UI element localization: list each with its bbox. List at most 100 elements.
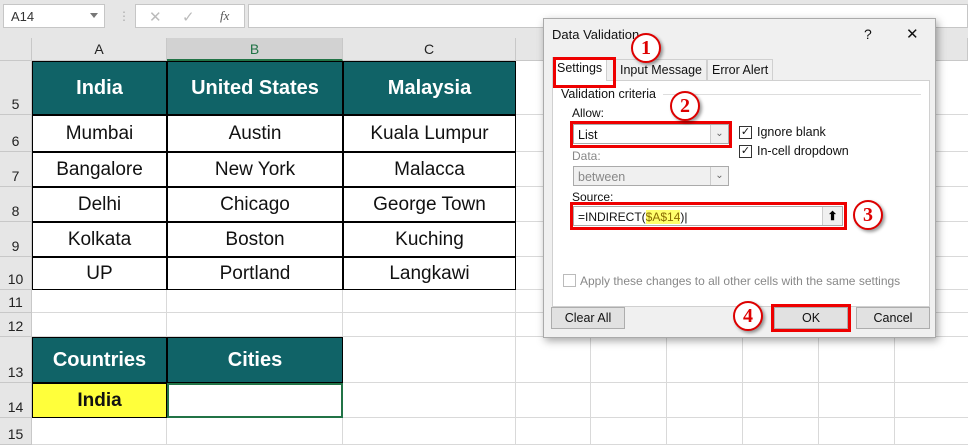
ignore-blank-checkbox[interactable]: ✓ bbox=[739, 126, 752, 139]
cell[interactable] bbox=[343, 418, 516, 445]
in-cell-dropdown-checkbox[interactable]: ✓ bbox=[739, 145, 752, 158]
cell[interactable] bbox=[343, 313, 516, 337]
table-cell[interactable]: Malacca bbox=[343, 152, 516, 187]
cell[interactable] bbox=[819, 383, 895, 418]
help-button[interactable]: ? bbox=[864, 26, 872, 42]
step-4-marker: 4 bbox=[733, 301, 763, 331]
cell[interactable] bbox=[516, 337, 591, 383]
chevron-down-icon[interactable] bbox=[90, 13, 98, 18]
table-header[interactable]: India bbox=[32, 61, 167, 115]
row-header[interactable]: 14 bbox=[0, 383, 32, 418]
cell[interactable] bbox=[516, 418, 591, 445]
cell[interactable] bbox=[895, 418, 968, 445]
fx-icon[interactable]: fx bbox=[220, 8, 229, 24]
lookup-header[interactable]: Cities bbox=[167, 337, 343, 383]
name-box[interactable]: A14 bbox=[3, 4, 105, 28]
row-header[interactable]: 6 bbox=[0, 115, 32, 152]
table-cell[interactable]: Chicago bbox=[167, 187, 343, 222]
cell[interactable] bbox=[667, 418, 743, 445]
table-cell[interactable]: Austin bbox=[167, 115, 343, 152]
allow-label: Allow: bbox=[572, 106, 605, 120]
row-header[interactable]: 10 bbox=[0, 257, 32, 290]
column-header-a[interactable]: A bbox=[32, 38, 167, 61]
cell[interactable] bbox=[167, 418, 343, 445]
row-header[interactable]: 11 bbox=[0, 290, 32, 313]
cell[interactable] bbox=[819, 418, 895, 445]
row-header[interactable]: 15 bbox=[0, 418, 32, 445]
cell[interactable] bbox=[667, 337, 743, 383]
table-header[interactable]: United States bbox=[167, 61, 343, 115]
cell[interactable] bbox=[743, 337, 819, 383]
column-header-c[interactable]: C bbox=[343, 38, 516, 61]
enter-icon[interactable]: ✓ bbox=[182, 8, 195, 26]
column-header-b[interactable]: B bbox=[167, 38, 343, 61]
data-label: Data: bbox=[572, 149, 601, 163]
table-cell[interactable]: Kolkata bbox=[32, 222, 167, 257]
row-header[interactable]: 5 bbox=[0, 61, 32, 115]
cell[interactable] bbox=[516, 383, 591, 418]
table-header[interactable]: Malaysia bbox=[343, 61, 516, 115]
cell[interactable] bbox=[343, 383, 516, 418]
cell[interactable] bbox=[743, 383, 819, 418]
step-1-marker: 1 bbox=[631, 33, 661, 63]
row-header[interactable]: 13 bbox=[0, 337, 32, 383]
cell[interactable] bbox=[591, 383, 667, 418]
lookup-header[interactable]: Countries bbox=[32, 337, 167, 383]
grip-icon: ⋮ bbox=[118, 9, 130, 23]
table-cell[interactable]: Bangalore bbox=[32, 152, 167, 187]
cell[interactable] bbox=[32, 313, 167, 337]
group-divider bbox=[663, 94, 921, 95]
cell[interactable] bbox=[667, 383, 743, 418]
highlight-ok bbox=[771, 304, 851, 332]
dialog-title: Data Validation bbox=[552, 27, 640, 42]
tab-input-message[interactable]: Input Message bbox=[615, 59, 707, 81]
cell[interactable] bbox=[743, 418, 819, 445]
cell[interactable] bbox=[819, 337, 895, 383]
row-header[interactable]: 7 bbox=[0, 152, 32, 187]
name-box-value: A14 bbox=[11, 9, 35, 24]
group-label: Validation criteria bbox=[561, 87, 656, 101]
cancel-icon[interactable]: ✕ bbox=[149, 8, 162, 26]
row-header[interactable]: 8 bbox=[0, 187, 32, 222]
formula-buttons: ✕ ✓ fx bbox=[135, 4, 245, 28]
cell[interactable] bbox=[895, 383, 968, 418]
data-select: between ⌄ bbox=[573, 166, 729, 186]
table-cell[interactable]: Mumbai bbox=[32, 115, 167, 152]
highlight-settings-tab bbox=[553, 57, 616, 88]
cell[interactable] bbox=[343, 290, 516, 313]
cell[interactable] bbox=[591, 337, 667, 383]
chevron-down-icon: ⌄ bbox=[710, 167, 728, 185]
cell[interactable] bbox=[895, 337, 968, 383]
apply-all-checkbox[interactable] bbox=[563, 274, 576, 287]
country-cell[interactable]: India bbox=[32, 383, 167, 418]
close-button[interactable]: ✕ bbox=[906, 25, 919, 43]
table-cell[interactable]: Langkawi bbox=[343, 257, 516, 290]
in-cell-dropdown-label: In-cell dropdown bbox=[757, 144, 849, 158]
row-header[interactable]: 12 bbox=[0, 313, 32, 337]
apply-all-label: Apply these changes to all other cells w… bbox=[580, 274, 901, 288]
data-value: between bbox=[578, 170, 626, 184]
cell[interactable] bbox=[591, 418, 667, 445]
table-cell[interactable]: George Town bbox=[343, 187, 516, 222]
cell[interactable] bbox=[167, 290, 343, 313]
table-cell[interactable]: Boston bbox=[167, 222, 343, 257]
step-2-marker: 2 bbox=[670, 91, 700, 121]
tab-error-alert[interactable]: Error Alert bbox=[707, 59, 774, 81]
clear-all-button[interactable]: Clear All bbox=[551, 307, 625, 329]
table-cell[interactable]: Portland bbox=[167, 257, 343, 290]
table-cell[interactable]: New York bbox=[167, 152, 343, 187]
row-header[interactable]: 9 bbox=[0, 222, 32, 257]
table-cell[interactable]: Kuala Lumpur bbox=[343, 115, 516, 152]
cell[interactable] bbox=[32, 290, 167, 313]
select-all-button[interactable] bbox=[0, 38, 32, 61]
highlight-source bbox=[570, 202, 847, 230]
step-3-marker: 3 bbox=[853, 200, 883, 230]
table-cell[interactable]: UP bbox=[32, 257, 167, 290]
cancel-button[interactable]: Cancel bbox=[856, 307, 930, 329]
cell[interactable] bbox=[32, 418, 167, 445]
table-cell[interactable]: Kuching bbox=[343, 222, 516, 257]
city-cell[interactable] bbox=[167, 383, 343, 418]
cell[interactable] bbox=[167, 313, 343, 337]
table-cell[interactable]: Delhi bbox=[32, 187, 167, 222]
cell[interactable] bbox=[343, 337, 516, 383]
